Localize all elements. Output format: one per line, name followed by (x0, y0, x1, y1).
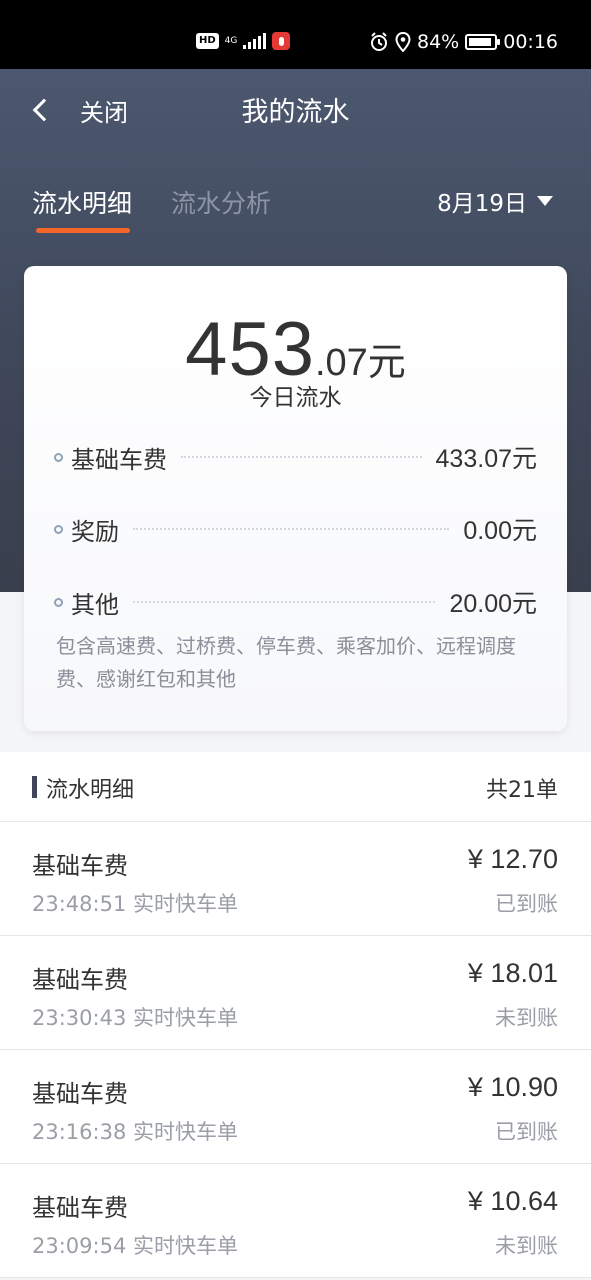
bullet-icon (54, 452, 63, 462)
summary-row-label: 其他 (71, 590, 119, 619)
caret-down-icon (537, 196, 553, 206)
transaction-list: 基础车费 23:48:51 实时快车单 ¥ 12.70 已到账 基础车费 23:… (0, 822, 591, 1278)
list-item[interactable]: 基础车费 23:16:38 实时快车单 ¥ 10.90 已到账 (0, 1050, 591, 1164)
summary-row-value: 433.07元 (435, 445, 537, 473)
summary-row-reward: 奖励 0.00元 (54, 509, 537, 549)
amount: ¥ 12.70 (467, 844, 558, 874)
active-tab-indicator (36, 228, 130, 233)
bullet-icon (54, 524, 63, 534)
status-bar: HD 4G 84% 00:16 (0, 0, 591, 69)
summary-row-value: 0.00元 (463, 517, 537, 545)
status-left: HD 4G (196, 32, 291, 50)
order-meta: 23:09:54 实时快车单 (32, 1234, 238, 1258)
battery-percent: 84% (417, 31, 460, 53)
dotted-leader (133, 601, 436, 603)
summary-row-label: 奖励 (71, 517, 119, 546)
section-title: 流水明细 (46, 778, 135, 803)
list-item[interactable]: 基础车费 23:09:54 实时快车单 ¥ 10.64 未到账 (0, 1164, 591, 1278)
battery-icon (465, 34, 501, 50)
fare-type: 基础车费 (32, 1080, 128, 1108)
tab-flow-analysis[interactable]: 流水分析 (171, 184, 271, 220)
date-label: 8月19日 (437, 191, 527, 217)
list-item[interactable]: 基础车费 23:48:51 实时快车单 ¥ 12.70 已到账 (0, 822, 591, 936)
signal-icon (243, 33, 267, 49)
fare-type: 基础车费 (32, 1194, 128, 1222)
network-type: 4G (224, 36, 238, 46)
list-item[interactable]: 基础车费 23:30:43 实时快车单 ¥ 18.01 未到账 (0, 936, 591, 1050)
earnings-summary-card: 453.07元 今日流水 基础车费 433.07元 奖励 0.00元 其他 20… (24, 266, 567, 731)
fare-type: 基础车费 (32, 966, 128, 994)
order-meta: 23:48:51 实时快车单 (32, 892, 238, 916)
amount: ¥ 10.90 (467, 1072, 558, 1102)
settlement-status: 未到账 (495, 1006, 558, 1030)
amount: ¥ 18.01 (467, 958, 558, 988)
bullet-icon (54, 597, 63, 607)
amount: ¥ 10.64 (467, 1186, 558, 1216)
summary-row-other: 其他 20.00元 (54, 582, 537, 622)
other-fees-note: 包含高速费、过桥费、停车费、乘客加价、远程调度费、感谢红包和其他 (56, 634, 516, 691)
order-count: 共21单 (486, 778, 558, 803)
total-label: 今日流水 (249, 385, 342, 411)
settlement-status: 已到账 (495, 892, 558, 916)
summary-row-value: 20.00元 (449, 590, 537, 618)
dotted-leader (181, 456, 422, 458)
location-icon (395, 32, 411, 52)
mic-icon (272, 32, 291, 50)
page-title: 我的流水 (241, 97, 350, 128)
fare-type: 基础车费 (32, 852, 128, 880)
dotted-leader (133, 528, 450, 530)
date-selector[interactable]: 8月19日 (437, 184, 553, 218)
hd-badge: HD (196, 33, 219, 49)
status-right: 84% 00:16 (369, 31, 558, 53)
section-marker (32, 776, 37, 798)
tab-flow-detail[interactable]: 流水明细 (32, 184, 132, 220)
order-meta: 23:16:38 实时快车单 (32, 1120, 238, 1144)
clock: 00:16 (503, 31, 558, 53)
order-meta: 23:30:43 实时快车单 (32, 1006, 238, 1030)
summary-row-label: 基础车费 (71, 445, 167, 474)
settlement-status: 已到账 (495, 1120, 558, 1144)
summary-row-base-fare: 基础车费 433.07元 (54, 437, 537, 477)
alarm-icon (371, 32, 387, 51)
detail-section-header: 流水明细 共21单 (0, 752, 591, 822)
settlement-status: 未到账 (495, 1234, 558, 1258)
